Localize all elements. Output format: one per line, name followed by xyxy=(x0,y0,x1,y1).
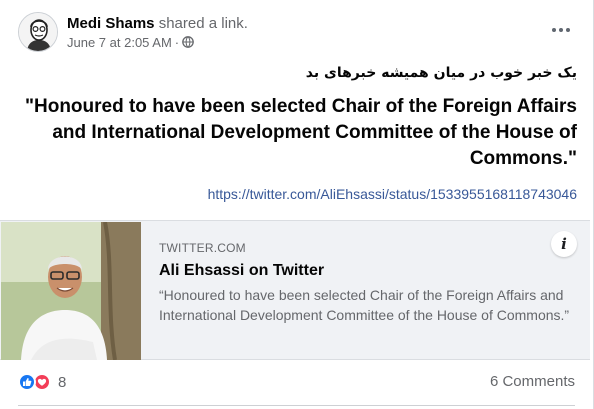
avatar-drawing xyxy=(19,13,57,51)
footer-divider xyxy=(18,405,575,406)
more-options-button[interactable] xyxy=(547,16,575,44)
feed-post: Medi Shams shared a link. June 7 at 2:05… xyxy=(0,0,594,409)
card-title[interactable]: Ali Ehsassi on Twitter xyxy=(159,260,572,282)
post-action: shared a link. xyxy=(158,15,248,32)
reactions-summary[interactable]: 8 xyxy=(18,372,66,392)
author-avatar[interactable] xyxy=(18,12,58,52)
post-message: یک خبر خوب در میان همیشه خبرهای بد "Hono… xyxy=(16,62,577,204)
like-icon xyxy=(18,373,36,391)
thumbnail-photo xyxy=(1,222,141,360)
card-info: TWITTER.COM Ali Ehsassi on Twitter “Hono… xyxy=(159,240,572,325)
persian-text: یک خبر خوب در میان همیشه خبرهای بد xyxy=(305,65,577,81)
card-description: “Honoured to have been selected Chair of… xyxy=(159,287,570,323)
author-name[interactable]: Medi Shams xyxy=(67,15,155,32)
reaction-count[interactable]: 8 xyxy=(58,374,66,391)
card-domain: TWITTER.COM xyxy=(159,241,246,255)
info-icon[interactable]: i xyxy=(551,231,577,257)
quote-text: "Honoured to have been selected Chair of… xyxy=(24,96,577,169)
card-thumbnail[interactable] xyxy=(1,222,141,360)
meta-separator: · xyxy=(174,35,180,50)
post-link[interactable]: https://twitter.com/AliEhsassi/status/15… xyxy=(16,184,577,204)
link-preview-card[interactable]: TWITTER.COM Ali Ehsassi on Twitter “Hono… xyxy=(0,220,590,360)
post-timestamp[interactable]: June 7 at 2:05 AM xyxy=(67,35,172,50)
author-line: Medi Shams shared a link. xyxy=(67,14,248,34)
comments-count[interactable]: 6 Comments xyxy=(490,373,575,390)
globe-icon[interactable] xyxy=(182,36,194,48)
post-header: Medi Shams shared a link. June 7 at 2:05… xyxy=(18,12,581,56)
post-footer: 8 6 Comments xyxy=(18,366,575,398)
more-horizontal-icon xyxy=(552,28,556,32)
post-meta: June 7 at 2:05 AM · xyxy=(67,35,194,51)
